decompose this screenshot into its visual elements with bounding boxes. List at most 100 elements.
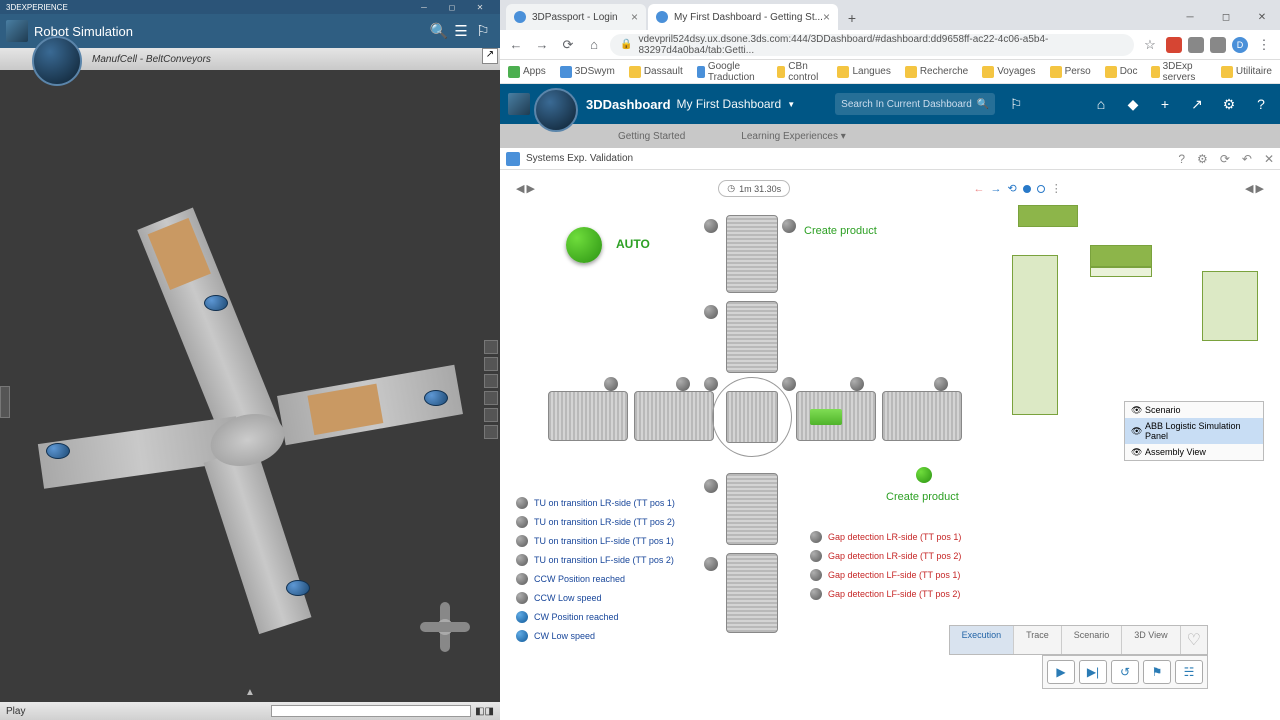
close-tab-icon[interactable]: × (631, 10, 638, 24)
home-button[interactable]: ⌂ (584, 35, 604, 55)
tool-button[interactable] (484, 425, 498, 439)
dashboard-search[interactable]: Search In Current Dashboard 🔍 (835, 93, 995, 115)
bookmark-item[interactable]: Perso (1050, 66, 1091, 78)
settings-icon[interactable]: ⚙ (1218, 93, 1240, 115)
tool-button[interactable] (484, 374, 498, 388)
scenario-tree-button[interactable]: ☵ (1175, 660, 1203, 684)
bookmark-item[interactable]: Utilitaire (1221, 66, 1272, 78)
browser-tab[interactable]: 3DPassport - Login × (506, 4, 646, 30)
breakpoint-button[interactable]: ⚑ (1143, 660, 1171, 684)
profile-avatar[interactable]: D (1232, 37, 1248, 53)
close-button[interactable]: ✕ (466, 0, 494, 14)
extension-icon[interactable] (1188, 37, 1204, 53)
gear-icon[interactable]: ⚙ (1197, 152, 1208, 166)
block-schematic[interactable] (984, 201, 1264, 431)
star-icon[interactable]: ☆ (1140, 35, 1160, 55)
chevron-down-icon[interactable]: ▼ (787, 100, 795, 109)
menu-icon[interactable]: ⋮ (1254, 35, 1274, 55)
maximize-button[interactable]: ◻ (1208, 4, 1244, 30)
tag-icon[interactable]: ⚐ (472, 20, 494, 42)
tool-button[interactable] (484, 391, 498, 405)
forward-button[interactable]: → (532, 35, 552, 55)
bottom-tab[interactable]: Scenario (1062, 626, 1123, 654)
heart-icon[interactable]: ♡ (1181, 626, 1207, 654)
close-icon[interactable]: ✕ (1264, 152, 1274, 166)
dashboard-name[interactable]: My First Dashboard (677, 97, 782, 111)
arrow-left-icon[interactable]: ← (973, 183, 984, 195)
step-back-icon[interactable]: ◀ (516, 182, 524, 195)
new-tab-button[interactable]: + (840, 6, 864, 30)
bookmark-item[interactable]: Voyages (982, 66, 1035, 78)
bookmark-item[interactable]: Langues (837, 66, 890, 78)
sync-icon[interactable]: ⟲ (1007, 182, 1016, 195)
compass-icon[interactable] (32, 36, 82, 86)
browser-tab-active[interactable]: My First Dashboard - Getting St... × (648, 4, 838, 30)
more-icon[interactable]: ⋮ (1051, 182, 1062, 195)
auto-button[interactable] (566, 227, 602, 263)
help-icon[interactable]: ? (1250, 93, 1272, 115)
dashboard-tab[interactable]: Learning Experiences ▾ (733, 127, 854, 146)
view-navigator[interactable] (420, 602, 470, 652)
simulation-diagram[interactable]: AUTO Create product Create product (506, 201, 1274, 691)
extension-icon[interactable] (1210, 37, 1226, 53)
3d-viewport[interactable]: ▲ (0, 70, 500, 702)
step-button[interactable]: ▶| (1079, 660, 1107, 684)
status-icon[interactable]: ◨ (485, 706, 494, 717)
bookmark-apps[interactable]: Apps (508, 66, 546, 78)
maximize-button[interactable]: ◻ (438, 0, 466, 14)
step-back-icon[interactable]: ◀ (1245, 182, 1253, 195)
indicator-led (916, 467, 932, 483)
bookmark-item[interactable]: 3DExp servers (1151, 61, 1206, 83)
tool-button[interactable] (484, 340, 498, 354)
step-fwd-icon[interactable]: ▶ (1256, 182, 1264, 195)
bottom-tab[interactable]: Trace (1014, 626, 1062, 654)
url-field[interactable]: 🔒 vdevpril524dsy.ux.dsone.3ds.com:444/3D… (610, 34, 1134, 56)
close-tab-icon[interactable]: × (823, 10, 830, 24)
bookmark-item[interactable]: CBn control (777, 61, 823, 83)
tool-button[interactable] (484, 408, 498, 422)
breadcrumb-text[interactable]: ManufCell - BeltConveyors (92, 54, 211, 65)
add-icon[interactable]: + (1154, 93, 1176, 115)
notification-icon[interactable]: ◆ (1122, 93, 1144, 115)
bookmark-item[interactable]: Google Traduction (697, 61, 764, 83)
minimize-button[interactable]: ─ (410, 0, 438, 14)
roller-conveyor (726, 301, 778, 373)
compass-icon[interactable] (534, 88, 578, 132)
page-dot[interactable] (1023, 185, 1031, 193)
home-icon[interactable]: ⌂ (1090, 93, 1112, 115)
bottom-tab[interactable]: 3D View (1122, 626, 1180, 654)
reset-button[interactable]: ↺ (1111, 660, 1139, 684)
close-button[interactable]: ✕ (1244, 4, 1280, 30)
reload-button[interactable]: ⟳ (558, 35, 578, 55)
share-icon[interactable]: ↗ (1186, 93, 1208, 115)
bookmark-item[interactable]: Dassault (629, 66, 683, 78)
view-option[interactable]: 👁ABB Logistic Simulation Panel (1125, 418, 1263, 444)
status-input[interactable] (271, 705, 471, 717)
tag-icon[interactable]: ⚐ (1005, 93, 1027, 115)
expand-panel-button[interactable]: ↗ (482, 48, 498, 64)
extension-icon[interactable] (1166, 37, 1182, 53)
page-dot[interactable] (1037, 185, 1045, 193)
back-button[interactable]: ← (506, 35, 526, 55)
bookmark-item[interactable]: 3DSwym (560, 66, 615, 78)
play-button[interactable]: ▶ (1047, 660, 1075, 684)
arrow-right-icon[interactable]: → (990, 183, 1001, 195)
bookmark-item[interactable]: Doc (1105, 66, 1138, 78)
refresh-icon[interactable]: ⟳ (1220, 152, 1230, 166)
search-icon[interactable]: 🔍 (977, 99, 989, 110)
bookmark-item[interactable]: Recherche (905, 66, 968, 78)
step-fwd-icon[interactable]: ▶ (526, 182, 534, 195)
dashboard-tab[interactable]: Getting Started (610, 127, 693, 146)
view-option[interactable]: 👁Scenario (1125, 402, 1263, 418)
tool-button[interactable] (484, 357, 498, 371)
status-icon[interactable]: ◧ (475, 706, 484, 717)
chevron-up-icon[interactable]: ▲ (245, 687, 255, 698)
help-icon[interactable]: ? (1178, 152, 1185, 166)
back-icon[interactable]: ↶ (1242, 152, 1252, 166)
view-option[interactable]: 👁Assembly View (1125, 444, 1263, 460)
bottom-tab[interactable]: Execution (950, 626, 1015, 654)
search-icon[interactable]: 🔍 (428, 20, 450, 42)
minimize-button[interactable]: ─ (1172, 4, 1208, 30)
menu-icon[interactable]: ☰ (450, 20, 472, 42)
sensor-dot-icon (516, 535, 528, 547)
